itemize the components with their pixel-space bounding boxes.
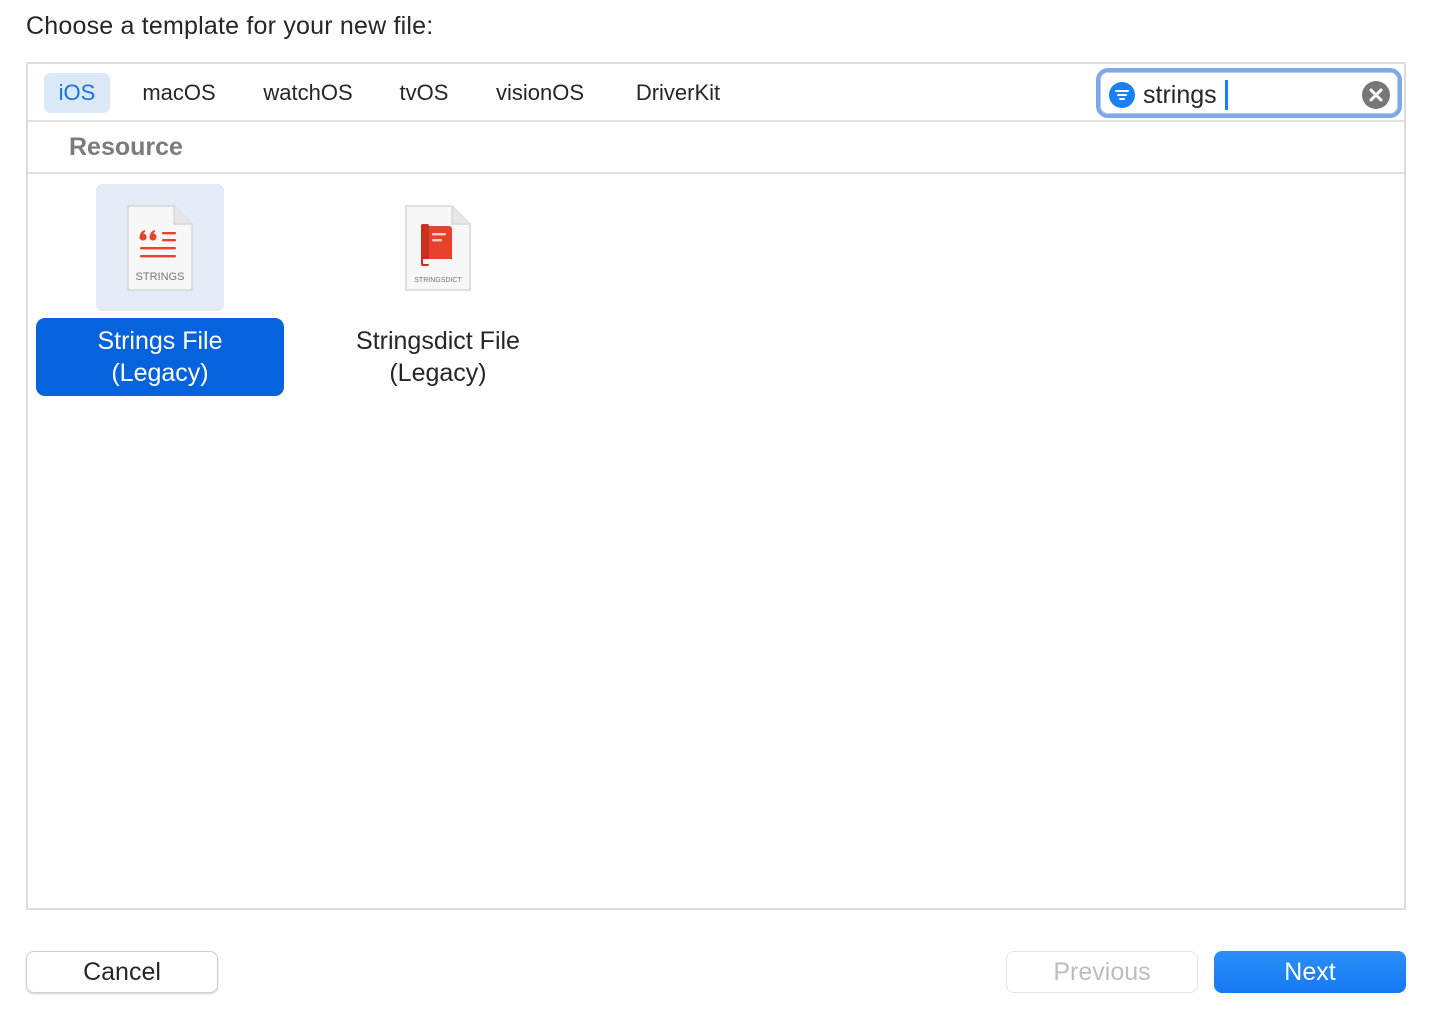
search-input[interactable] <box>1143 78 1353 112</box>
template-strings-file[interactable]: STRINGS Strings File (Legacy) <box>36 184 286 398</box>
new-file-template-dialog: Choose a template for your new file: iOS… <box>0 0 1438 1020</box>
template-panel: iOS macOS watchOS tvOS visionOS DriverKi… <box>26 62 1406 910</box>
template-label: Stringsdict File (Legacy) <box>314 318 562 396</box>
template-stringsdict-file[interactable]: STRINGSDICT Stringsdict File (Legacy) <box>314 184 564 398</box>
clear-icon[interactable] <box>1362 81 1390 109</box>
stringsdict-icon-caption: STRINGSDICT <box>414 277 462 284</box>
template-name-line1: Strings File <box>97 327 223 355</box>
stringsdict-file-icon: STRINGSDICT <box>405 205 471 291</box>
platform-tab-bar: iOS macOS watchOS tvOS visionOS DriverKi… <box>28 64 1404 122</box>
template-name-line1: Stringsdict File <box>356 327 520 355</box>
section-title: Resource <box>69 133 183 161</box>
strings-file-icon: STRINGS <box>127 205 193 291</box>
section-header: Resource <box>28 122 1404 174</box>
template-label: Strings File (Legacy) <box>36 318 284 396</box>
dialog-prompt: Choose a template for your new file: <box>26 12 434 40</box>
tab-watchos[interactable]: watchOS <box>250 73 366 113</box>
previous-button[interactable]: Previous <box>1006 951 1198 993</box>
template-icon-container: STRINGS <box>96 184 224 311</box>
tab-visionos[interactable]: visionOS <box>484 73 596 113</box>
next-button[interactable]: Next <box>1214 951 1406 993</box>
tab-ios[interactable]: iOS <box>44 73 110 113</box>
filter-icon[interactable] <box>1109 82 1135 108</box>
tab-driverkit[interactable]: DriverKit <box>620 73 736 113</box>
template-icon-container: STRINGSDICT <box>374 184 502 311</box>
search-field[interactable] <box>1096 68 1402 118</box>
template-name-line2: (Legacy) <box>389 359 487 387</box>
strings-icon-caption: STRINGS <box>136 271 185 283</box>
text-cursor <box>1225 80 1228 110</box>
template-name-line2: (Legacy) <box>111 359 209 387</box>
tab-tvos[interactable]: tvOS <box>388 73 460 113</box>
cancel-button[interactable]: Cancel <box>26 951 218 993</box>
tab-macos[interactable]: macOS <box>130 73 228 113</box>
